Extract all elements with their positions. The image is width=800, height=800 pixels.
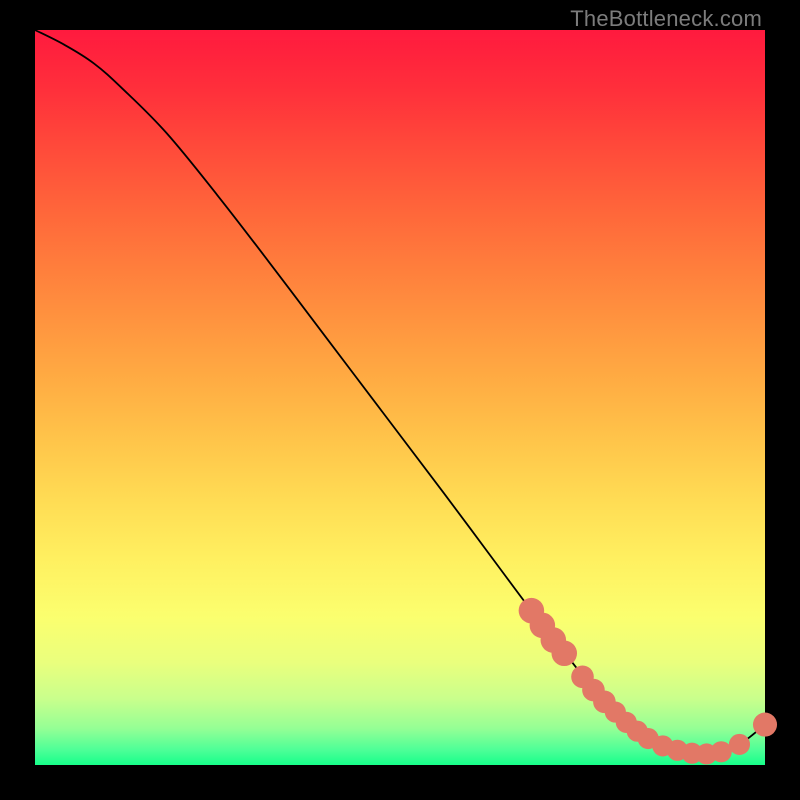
marker-dot [753, 713, 777, 737]
marker-dot [729, 734, 750, 755]
marker-dot [711, 741, 732, 762]
plot-area [35, 30, 765, 765]
bottleneck-curve-path [35, 30, 765, 754]
marker-dot [551, 641, 577, 667]
watermark-label: TheBottleneck.com [570, 6, 762, 32]
curve-layer [35, 30, 765, 765]
marker-group [519, 598, 777, 765]
chart-stage: TheBottleneck.com [0, 0, 800, 800]
